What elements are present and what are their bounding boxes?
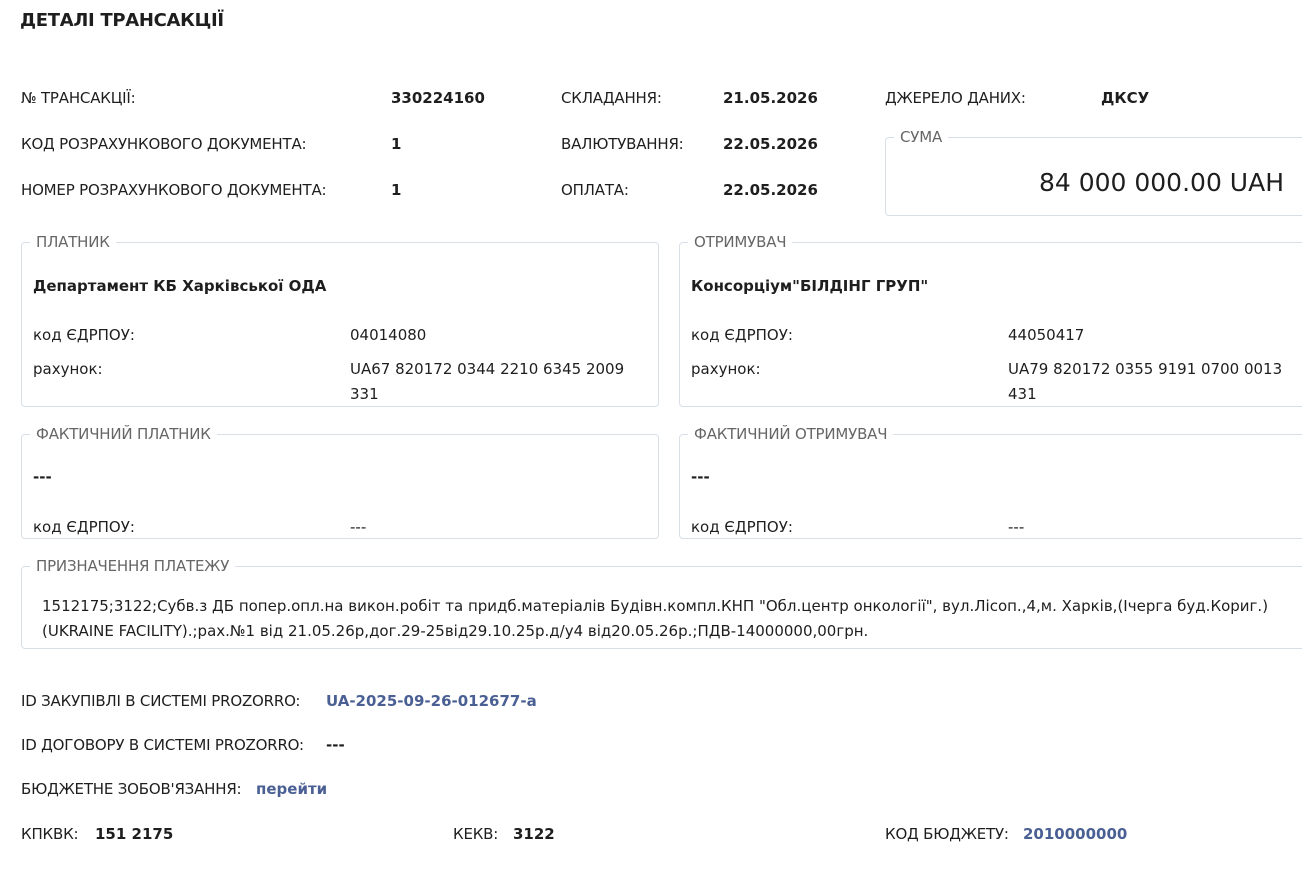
recipient-name: Консорціум"БІЛДІНГ ГРУП" [691, 277, 929, 295]
purpose-text: 1512175;3122;Субв.з ДБ попер.опл.на вико… [42, 597, 1269, 640]
kpkvk-value: 151 2175 [95, 825, 174, 843]
actual-recipient-box: ФАКТИЧНИЙ ОТРИМУВАЧ --- код ЄДРПОУ: --- [679, 425, 1302, 539]
actual-payer-box: ФАКТИЧНИЙ ПЛАТНИК --- код ЄДРПОУ: --- [21, 425, 659, 539]
payer-name: Департамент КБ Харківської ОДА [33, 277, 327, 295]
kekv-label: КЕКВ: [453, 825, 499, 843]
source-value: ДКСУ [1101, 89, 1150, 107]
recipient-account-label: рахунок: [691, 360, 761, 378]
recipient-account: UA79 820172 0355 9191 0700 0013 431 [1008, 360, 1283, 403]
source-label: ДЖЕРЕЛО ДАНИХ: [885, 89, 1026, 107]
kekv-value: 3122 [513, 825, 555, 843]
value-date-label: ВАЛЮТУВАННЯ: [561, 135, 684, 153]
recipient-edrpou-label: код ЄДРПОУ: [691, 326, 793, 344]
budget-obligation-link[interactable]: перейти [256, 780, 327, 798]
doc-number-label: НОМЕР РОЗРАХУНКОВОГО ДОКУМЕНТА: [21, 181, 327, 199]
prozorro-contract-value: --- [326, 736, 345, 754]
payer-box: ПЛАТНИК Департамент КБ Харківської ОДА к… [21, 233, 659, 407]
purpose-legend: ПРИЗНАЧЕННЯ ПЛАТЕЖУ [36, 557, 230, 575]
budget-code-label: КОД БЮДЖЕТУ: [885, 825, 1009, 843]
prozorro-purchase-label: ID ЗАКУПІВЛІ В СИСТЕМІ PROZORRO: [21, 692, 301, 710]
actual-payer-edrpou-label: код ЄДРПОУ: [33, 518, 135, 536]
recipient-legend: ОТРИМУВАЧ [694, 233, 787, 251]
budget-obligation-label: БЮДЖЕТНЕ ЗОБОВ'ЯЗАННЯ: [21, 780, 242, 798]
value-date: 22.05.2026 [723, 135, 818, 153]
transaction-no-label: № ТРАНСАКЦІЇ: [21, 89, 136, 107]
actual-recipient-edrpou-label: код ЄДРПОУ: [691, 518, 793, 536]
doc-number-value: 1 [391, 181, 402, 199]
amount-value: 84 000 000.00 UAH [1038, 168, 1284, 197]
payment-label: ОПЛАТА: [561, 181, 629, 199]
prozorro-contract-label: ID ДОГОВОРУ В СИСТЕМІ PROZORRO: [21, 736, 304, 754]
actual-payer-edrpou: --- [350, 518, 367, 536]
actual-recipient-legend: ФАКТИЧНИЙ ОТРИМУВАЧ [694, 425, 888, 443]
actual-recipient-edrpou: --- [1008, 518, 1025, 536]
recipient-box: ОТРИМУВАЧ Консорціум"БІЛДІНГ ГРУП" код Є… [679, 233, 1302, 407]
payer-account: UA67 820172 0344 2210 6345 2009 331 [350, 360, 625, 403]
recipient-edrpou: 44050417 [1008, 326, 1085, 344]
purpose-box: ПРИЗНАЧЕННЯ ПЛАТЕЖУ 1512175;3122;Субв.з … [21, 557, 1302, 649]
doc-code-label: КОД РОЗРАХУНКОВОГО ДОКУМЕНТА: [21, 135, 307, 153]
actual-payer-legend: ФАКТИЧНИЙ ПЛАТНИК [36, 425, 211, 443]
prozorro-purchase-link[interactable]: UA-2025-09-26-012677-a [326, 692, 537, 710]
amount-box: СУМА 84 000 000.00 UAH [885, 128, 1302, 216]
payment-date: 22.05.2026 [723, 181, 818, 199]
payer-legend: ПЛАТНИК [36, 233, 110, 251]
compiled-label: СКЛАДАННЯ: [561, 89, 662, 107]
actual-recipient-name: --- [691, 468, 710, 486]
compiled-date: 21.05.2026 [723, 89, 818, 107]
payer-edrpou: 04014080 [350, 326, 427, 344]
kpkvk-label: КПКВК: [21, 825, 79, 843]
budget-code-link[interactable]: 2010000000 [1023, 825, 1127, 843]
page-title: ДЕТАЛІ ТРАНСАКЦІЇ [20, 10, 224, 31]
transaction-no-value: 330224160 [391, 89, 485, 107]
amount-legend: СУМА [900, 128, 943, 146]
actual-payer-name: --- [33, 468, 52, 486]
payer-account-label: рахунок: [33, 360, 103, 378]
payer-edrpou-label: код ЄДРПОУ: [33, 326, 135, 344]
doc-code-value: 1 [391, 135, 402, 153]
